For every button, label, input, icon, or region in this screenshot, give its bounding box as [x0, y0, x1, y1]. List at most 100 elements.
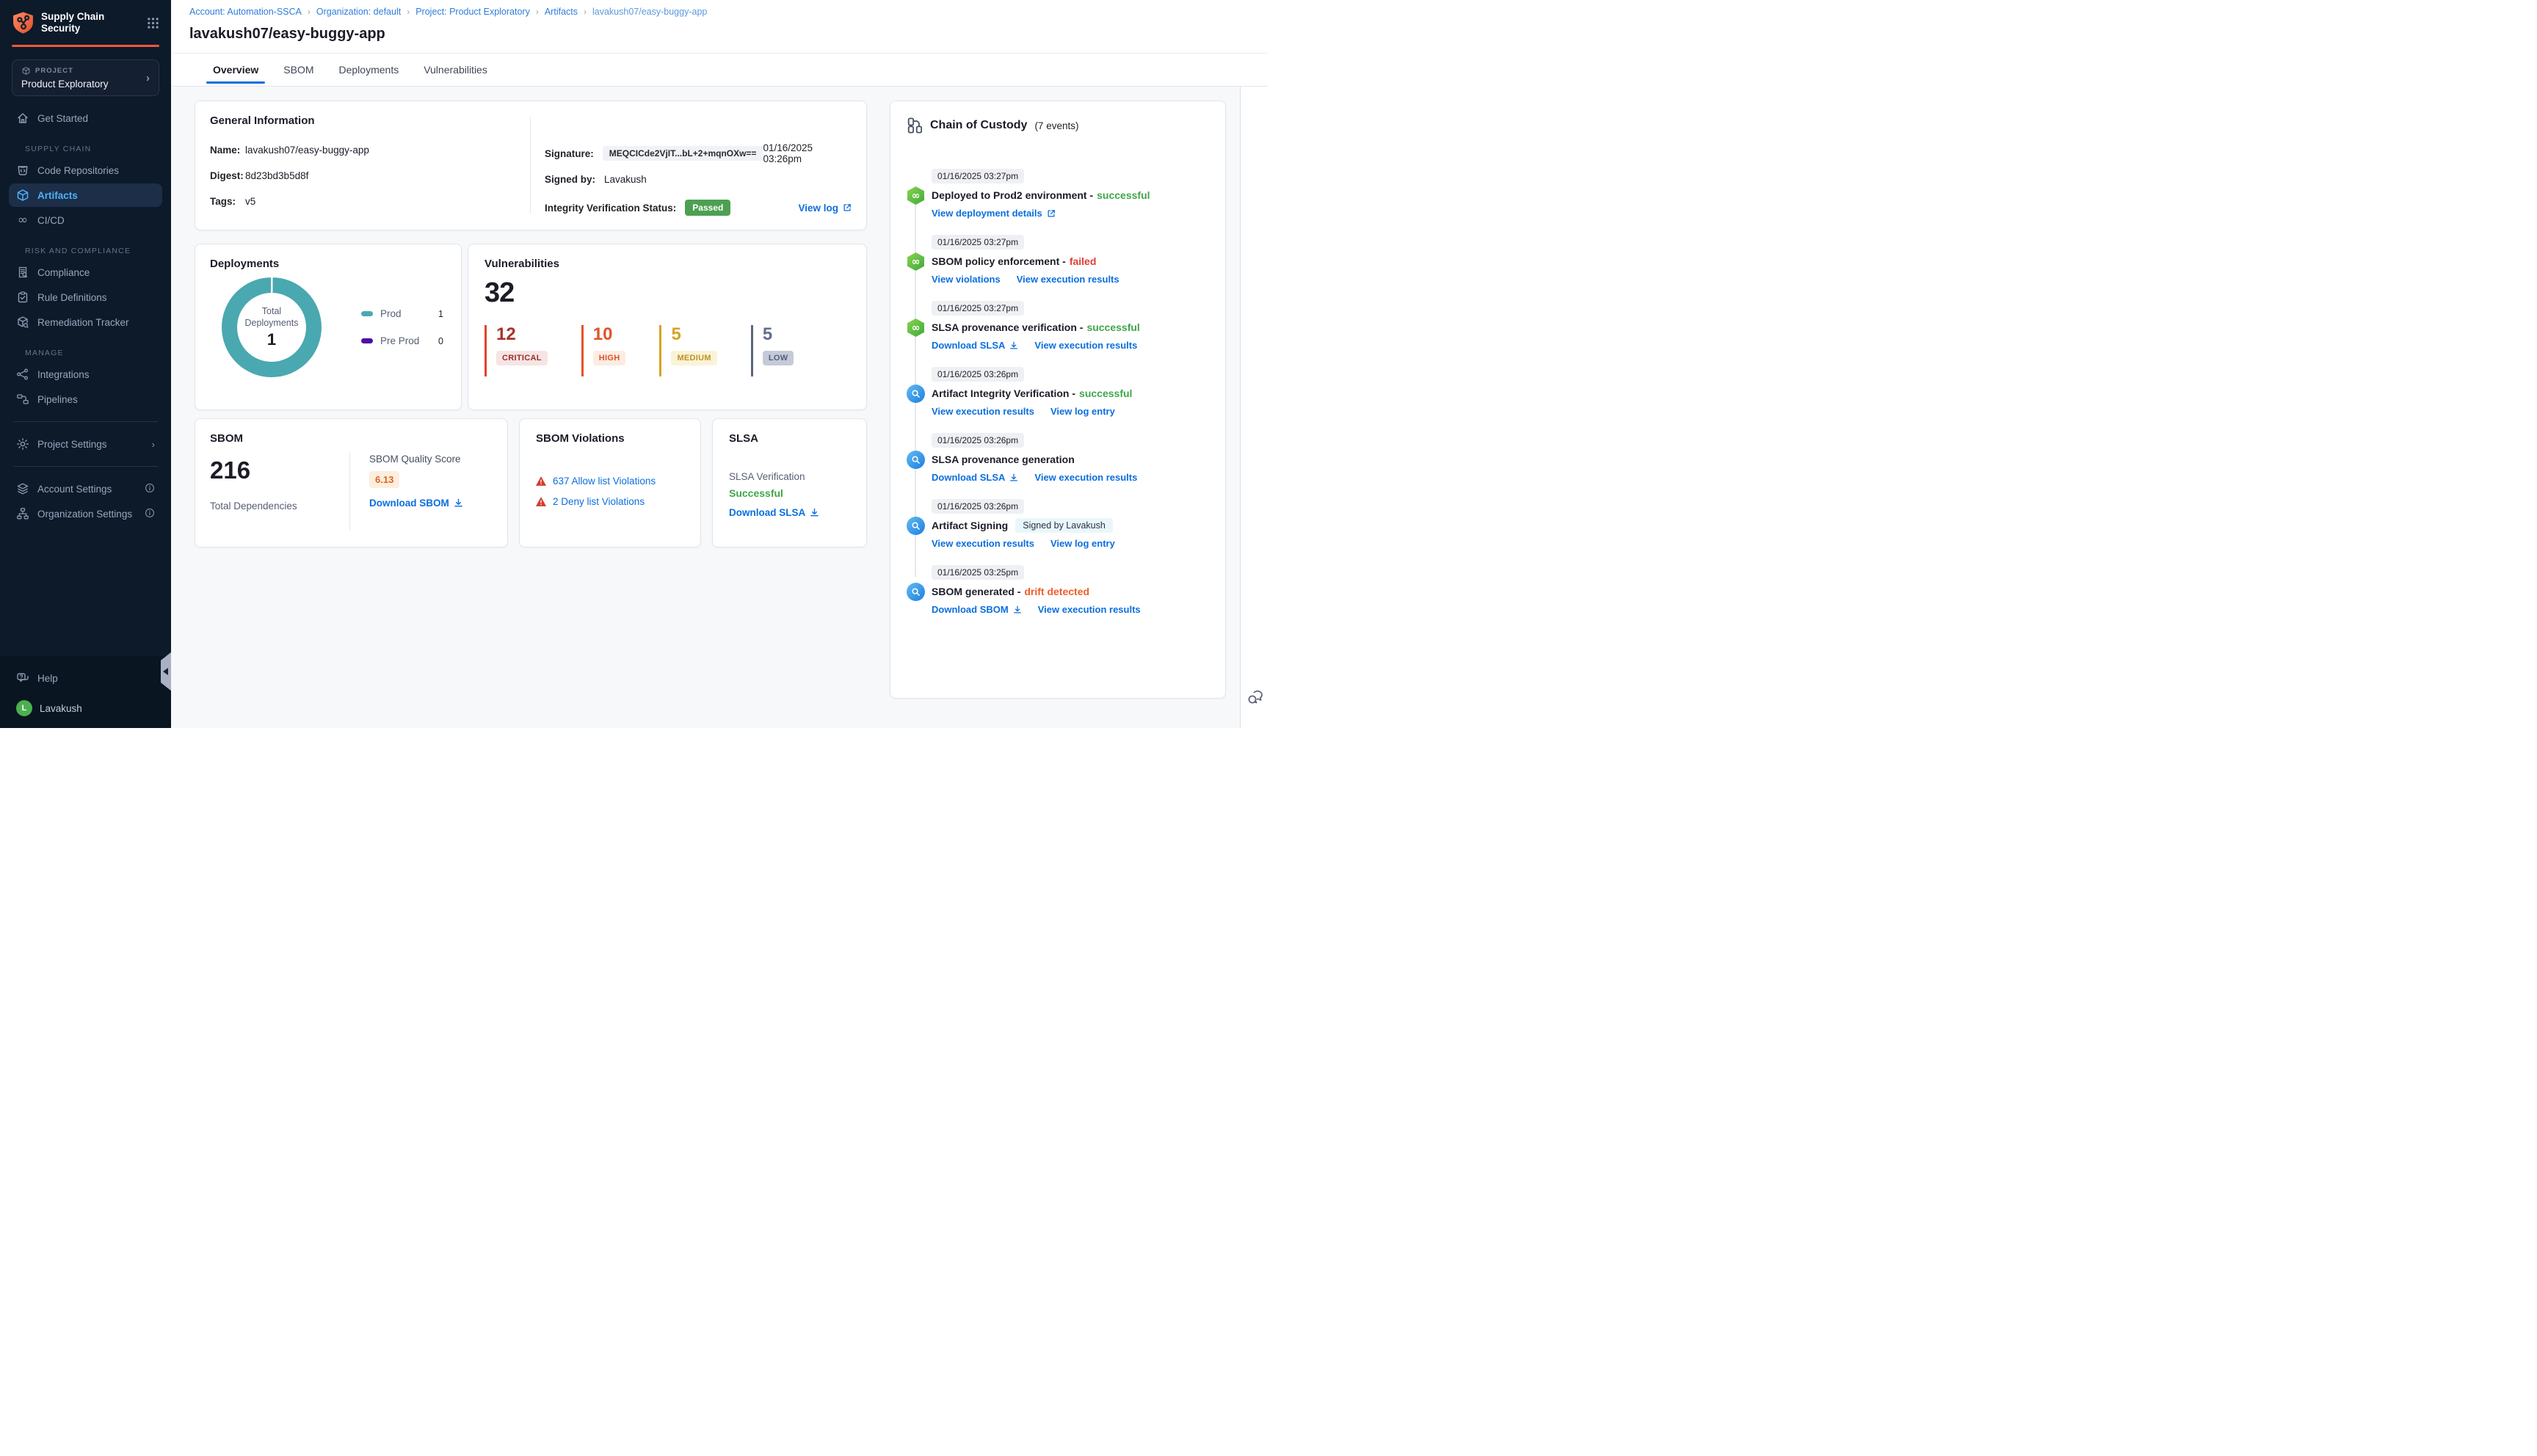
- sidebar-item-compliance[interactable]: Compliance: [9, 261, 162, 284]
- gear-icon: [16, 437, 29, 451]
- event-sbom-generated: 01/16/2025 03:25pm SBOM generated - drift…: [907, 565, 1209, 615]
- breadcrumb-project[interactable]: Project: Product Exploratory: [415, 7, 530, 17]
- deployments-legend: Prod 1 Pre Prod 0: [361, 277, 443, 377]
- view-log-link[interactable]: View log: [798, 203, 852, 214]
- sidebar-item-label: Artifacts: [37, 189, 78, 201]
- sidebar-divider: [13, 421, 158, 422]
- download-slsa-link[interactable]: Download SLSA: [932, 472, 1018, 483]
- sidebar-item-cicd[interactable]: ∞ CI/CD: [9, 208, 162, 232]
- card-title: Deployments: [210, 258, 280, 270]
- info-icon: [145, 508, 155, 520]
- tab-sbom[interactable]: SBOM: [280, 54, 317, 86]
- view-log-entry-link[interactable]: View log entry: [1050, 406, 1115, 417]
- deployments-donut-chart: Total Deployments 1: [222, 277, 322, 377]
- severity-breakdown: 12 CRITICAL 10 HIGH 5 MEDIUM 5 LOW: [484, 325, 850, 376]
- download-sbom-link[interactable]: Download SBOM: [932, 604, 1022, 615]
- event-title: SLSA provenance verification -: [932, 321, 1084, 333]
- sidebar-item-label: Integrations: [37, 368, 90, 380]
- sidebar-item-project-settings[interactable]: Project Settings ›: [9, 432, 162, 456]
- view-execution-results-link[interactable]: View execution results: [1017, 274, 1119, 285]
- sidebar-item-code-repositories[interactable]: Code Repositories: [9, 159, 162, 182]
- chat-help-icon: [16, 671, 29, 685]
- sidebar-item-account-settings[interactable]: Account Settings: [9, 477, 162, 500]
- vulnerabilities-total: 32: [484, 277, 515, 308]
- sidebar-item-pipelines[interactable]: Pipelines: [9, 387, 162, 411]
- project-selector[interactable]: PROJECT Product Exploratory ›: [12, 59, 159, 96]
- deny-list-violations-link[interactable]: 2 Deny list Violations: [553, 496, 645, 507]
- sidebar-item-label: Rule Definitions: [37, 291, 107, 303]
- warning-triangle-icon: [536, 497, 546, 506]
- sidebar-item-integrations[interactable]: Integrations: [9, 363, 162, 386]
- slsa-verification-status: Successful: [729, 487, 783, 499]
- legend-item-prod: Prod 1: [361, 308, 443, 319]
- view-deployment-details-link[interactable]: View deployment details: [932, 208, 1056, 219]
- download-slsa-link[interactable]: Download SLSA: [932, 340, 1018, 351]
- sidebar-header: Supply Chain Security: [0, 0, 171, 43]
- event-timestamp: 01/16/2025 03:27pm: [932, 301, 1025, 316]
- severity-count: 10: [592, 324, 613, 344]
- project-selector-label: PROJECT: [35, 67, 73, 75]
- sidebar-item-label: Compliance: [37, 266, 90, 278]
- sidebar-item-organization-settings[interactable]: Organization Settings: [9, 502, 162, 525]
- chevron-left-icon: [163, 668, 168, 675]
- chat-feedback-icon: [1248, 690, 1263, 704]
- breadcrumb-organization[interactable]: Organization: default: [316, 7, 401, 17]
- card-title: Vulnerabilities: [484, 258, 559, 270]
- view-violations-link[interactable]: View violations: [932, 274, 1001, 285]
- view-execution-results-link[interactable]: View execution results: [1038, 604, 1141, 615]
- sbom-total-label: Total Dependencies: [210, 500, 297, 512]
- signed-by-badge: Signed by Lavakush: [1015, 517, 1113, 533]
- sidebar-item-artifacts[interactable]: Artifacts: [9, 183, 162, 207]
- box-wrench-icon: [16, 316, 29, 329]
- vulnerabilities-card: Vulnerabilities 32 12 CRITICAL 10 HIGH 5…: [468, 244, 867, 410]
- tab-vulnerabilities[interactable]: Vulnerabilities: [420, 54, 491, 86]
- main-area: Account: Automation-SSCA › Organization:…: [171, 0, 1268, 728]
- external-link-icon: [1048, 209, 1055, 216]
- sidebar-item-label: Pipelines: [37, 393, 78, 405]
- sbom-quality-label: SBOM Quality Score: [369, 454, 461, 465]
- view-execution-results-link[interactable]: View execution results: [932, 538, 1034, 549]
- repository-icon: [16, 164, 29, 177]
- breadcrumb-current[interactable]: lavakush07/easy-buggy-app: [592, 7, 707, 17]
- sbom-card: SBOM 216 Total Dependencies SBOM Quality…: [195, 418, 508, 547]
- tab-deployments[interactable]: Deployments: [335, 54, 403, 86]
- apps-grid-icon[interactable]: [147, 17, 159, 29]
- breadcrumb-artifacts[interactable]: Artifacts: [545, 7, 578, 17]
- event-timestamp: 01/16/2025 03:27pm: [932, 169, 1025, 183]
- sidebar-item-rule-definitions[interactable]: Rule Definitions: [9, 285, 162, 309]
- download-slsa-link[interactable]: Download SLSA: [729, 507, 819, 518]
- sidebar-section-supply-chain: SUPPLY CHAIN: [25, 145, 92, 153]
- breadcrumb-separator: ›: [307, 7, 311, 17]
- view-execution-results-link[interactable]: View execution results: [1034, 472, 1137, 483]
- tab-overview[interactable]: Overview: [206, 54, 266, 86]
- legend-label: Prod: [380, 308, 402, 319]
- breadcrumb-account[interactable]: Account: Automation-SSCA: [189, 7, 302, 17]
- user-menu[interactable]: L Lavakush: [16, 700, 155, 716]
- view-log-entry-link[interactable]: View log entry: [1050, 538, 1115, 549]
- download-sbom-link[interactable]: Download SBOM: [369, 498, 463, 509]
- sidebar-item-remediation-tracker[interactable]: Remediation Tracker: [9, 310, 162, 334]
- sidebar-item-get-started[interactable]: Get Started: [9, 106, 162, 130]
- slsa-verification-label: SLSA Verification: [729, 471, 805, 482]
- signature-timestamp: 01/16/2025 03:26pm: [763, 142, 813, 164]
- feedback-button[interactable]: [1246, 689, 1264, 710]
- external-link-icon: [843, 204, 851, 211]
- chevron-right-icon: ›: [146, 71, 150, 84]
- severity-count: 12: [496, 324, 516, 344]
- download-icon: [454, 498, 462, 507]
- sidebar-item-help[interactable]: Help: [16, 666, 155, 690]
- scan-icon: [907, 583, 925, 601]
- view-execution-results-link[interactable]: View execution results: [932, 406, 1034, 417]
- allow-list-violations-link[interactable]: 637 Allow list Violations: [553, 476, 656, 487]
- view-execution-results-link[interactable]: View execution results: [1034, 340, 1137, 351]
- shield-supply-chain-icon: [13, 12, 33, 34]
- vertical-divider: [349, 452, 350, 531]
- download-icon: [1010, 473, 1018, 481]
- donut-center-label: Total Deployments: [244, 306, 299, 328]
- signature-value[interactable]: MEQCICde2VjIT...bL+2+mqnOXw==: [602, 146, 763, 161]
- chain-of-custody-timeline: 01/16/2025 03:27pm Deployed to Prod2 env…: [907, 169, 1209, 615]
- sidebar-item-label: CI/CD: [37, 214, 65, 226]
- severity-low: 5 LOW: [750, 325, 794, 376]
- card-title: SBOM: [210, 432, 243, 445]
- cube-icon: [22, 67, 30, 75]
